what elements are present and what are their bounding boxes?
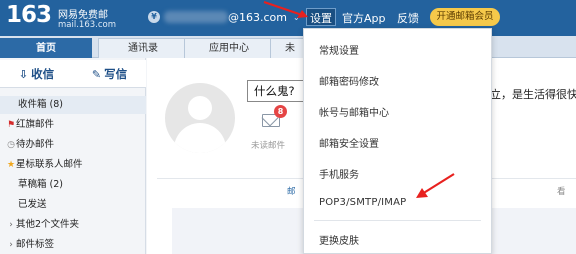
app-nav-link[interactable]: 官方App <box>342 10 386 26</box>
menu-item-change-skin[interactable]: 更换皮肤 <box>319 232 359 247</box>
vip-upgrade-button[interactable]: 开通邮箱会员 <box>430 8 500 26</box>
folder-star-contacts[interactable]: ★ 星标联系人邮件 <box>0 156 146 174</box>
sidebar: ⇩ 收信 ✎ 写信 收件箱 (8) ⚑ 红旗邮件 ◷ 待办邮件 ★ 星标联系人邮件 草稿箱… <box>0 58 146 254</box>
avatar-head <box>188 96 212 120</box>
compose-label: 写信 <box>104 67 128 81</box>
folder-tags-label: 邮件标签 <box>16 239 55 250</box>
main-tab-right[interactable]: 看 <box>557 185 566 197</box>
menu-item-mobile-service[interactable]: 手机服务 <box>319 166 359 181</box>
scrolling-tagline: 立，是生活得很快 <box>490 88 576 101</box>
folder-other[interactable]: › 其他2个文件夹 <box>0 216 146 234</box>
logo[interactable]: 163 网易免费邮 mail.163.com <box>6 2 116 33</box>
account-name-blurred <box>164 11 228 23</box>
folder-todo[interactable]: ◷ 待办邮件 <box>0 136 146 154</box>
folder-todo-label: 待办邮件 <box>16 139 55 150</box>
logo-title: 网易免费邮 <box>58 10 108 21</box>
tab-home[interactable]: 首页 <box>0 38 92 58</box>
menu-item-pop3-smtp-imap[interactable]: POP3/SMTP/IMAP <box>319 197 406 208</box>
annotation-arrow-icon <box>416 173 455 198</box>
mail-actions: ⇩ 收信 ✎ 写信 <box>0 60 146 88</box>
folder-inbox[interactable]: 收件箱 (8) <box>0 96 146 114</box>
folder-other-label: 其他2个文件夹 <box>16 219 80 230</box>
logo-number: 163 <box>6 2 52 28</box>
menu-item-account-center[interactable]: 帐号与邮箱中心 <box>319 104 389 119</box>
chevron-right-icon: › <box>9 220 13 230</box>
tab-contacts[interactable]: 通讯录 <box>98 38 188 58</box>
logo-domain: mail.163.com <box>58 20 116 30</box>
folder-red-flag[interactable]: ⚑ 红旗邮件 <box>0 116 146 134</box>
receive-button[interactable]: ⇩ 收信 <box>0 60 73 88</box>
annotation-arrow-icon <box>263 0 308 18</box>
menu-item-security-settings[interactable]: 邮箱安全设置 <box>319 135 379 150</box>
unread-label[interactable]: 未读邮件 <box>251 139 285 151</box>
avatar-body <box>174 123 226 153</box>
unread-count-badge: 8 <box>274 105 287 118</box>
settings-dropdown-menu: 常规设置 邮箱密码修改 帐号与邮箱中心 邮箱安全设置 手机服务 POP3/SMT… <box>303 28 492 254</box>
folder-red-flag-label: 红旗邮件 <box>16 119 55 130</box>
status-text-box[interactable]: 什么鬼? <box>247 80 309 102</box>
folder-tags[interactable]: › 邮件标签 <box>0 236 146 254</box>
chevron-right-icon: › <box>9 240 13 250</box>
menu-item-general-settings[interactable]: 常规设置 <box>319 42 359 57</box>
tab-app-center[interactable]: 应用中心 <box>184 38 274 58</box>
folder-sent[interactable]: 已发送 <box>0 196 146 214</box>
compose-icon: ✎ <box>91 68 102 81</box>
receive-label: 收信 <box>31 67 55 81</box>
folder-drafts[interactable]: 草稿箱 (2) <box>0 176 146 194</box>
menu-separator <box>314 220 481 221</box>
feedback-nav-link[interactable]: 反馈 <box>397 10 419 26</box>
coin-icon: ¥ <box>148 11 160 23</box>
clock-icon: ◷ <box>7 140 15 150</box>
red-flag-icon: ⚑ <box>6 120 16 130</box>
main-tab-left[interactable]: 邮 <box>287 185 296 197</box>
folder-star-label: 星标联系人邮件 <box>16 159 83 170</box>
menu-item-password-change[interactable]: 邮箱密码修改 <box>319 73 379 88</box>
avatar[interactable] <box>165 83 235 153</box>
compose-button[interactable]: ✎ 写信 <box>73 60 146 88</box>
receive-icon: ⇩ <box>18 68 29 81</box>
star-icon: ★ <box>6 160 16 170</box>
